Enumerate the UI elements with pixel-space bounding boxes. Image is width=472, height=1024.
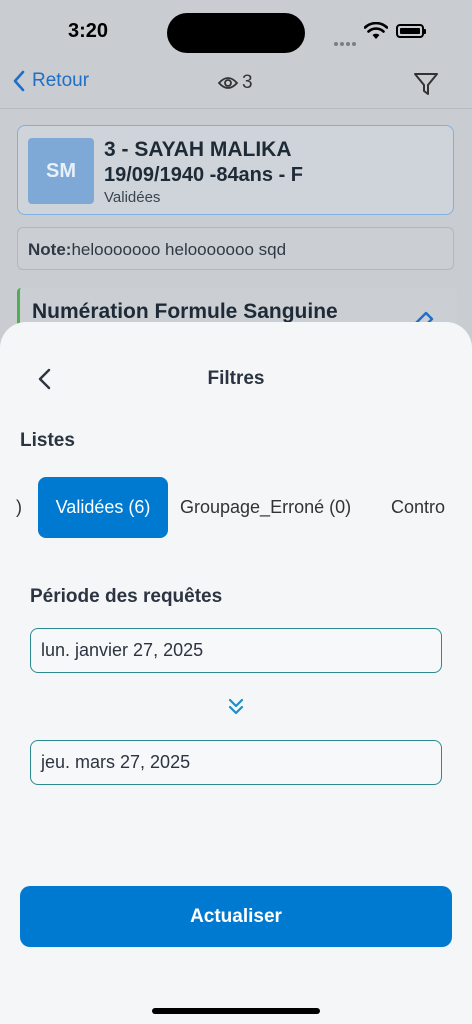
navigation-bar: Retour 3 <box>0 64 472 109</box>
home-indicator <box>152 1008 320 1014</box>
back-chevron-icon <box>13 70 25 92</box>
signal-icon <box>334 33 358 51</box>
note-box: Note:helooooooo helooooooo sqd <box>17 227 454 270</box>
refresh-button[interactable]: Actualiser <box>20 886 452 947</box>
patient-info: 19/09/1940 -84ans - F <box>104 164 304 186</box>
avatar: SM <box>28 138 94 204</box>
status-time: 3:20 <box>68 20 109 42</box>
status-bar: 3:20 <box>0 0 472 64</box>
sheet-title: Filtres <box>207 368 265 389</box>
filters-sheet: Filtres Listes ) Validées (6) Groupage_E… <box>0 322 472 1024</box>
lists-label: Listes <box>20 430 75 451</box>
list-chip-groupage-errone[interactable]: Groupage_Erroné (0) <box>180 477 351 538</box>
period-label: Période des requêtes <box>30 586 223 607</box>
back-button[interactable]: Retour <box>12 70 89 92</box>
list-chip-contro[interactable]: Contro <box>391 477 445 538</box>
view-count: 3 <box>218 72 253 94</box>
eye-icon <box>218 77 238 89</box>
list-chip-partial[interactable]: ) <box>16 497 22 518</box>
wifi-icon <box>364 22 388 39</box>
start-date-field[interactable]: lun. janvier 27, 2025 <box>30 628 442 673</box>
patient-card[interactable]: SM 3 - SAYAH MALIKA 19/09/1940 -84ans - … <box>17 125 454 215</box>
double-chevron-down-icon <box>228 698 244 715</box>
list-chip-validees[interactable]: Validées (6) <box>38 477 168 538</box>
note-label: Note: <box>28 240 72 259</box>
note-text: helooooooo helooooooo sqd <box>71 240 287 259</box>
patient-name: 3 - SAYAH MALIKA <box>104 138 292 161</box>
end-date-field[interactable]: jeu. mars 27, 2025 <box>30 740 442 785</box>
filter-icon[interactable] <box>412 70 440 98</box>
exam-title: Numération Formule Sanguine <box>32 300 338 323</box>
battery-icon <box>396 24 426 38</box>
back-label: Retour <box>32 70 90 91</box>
patient-status: Validées <box>104 189 161 206</box>
dynamic-island <box>167 13 305 53</box>
view-count-value: 3 <box>242 72 253 93</box>
